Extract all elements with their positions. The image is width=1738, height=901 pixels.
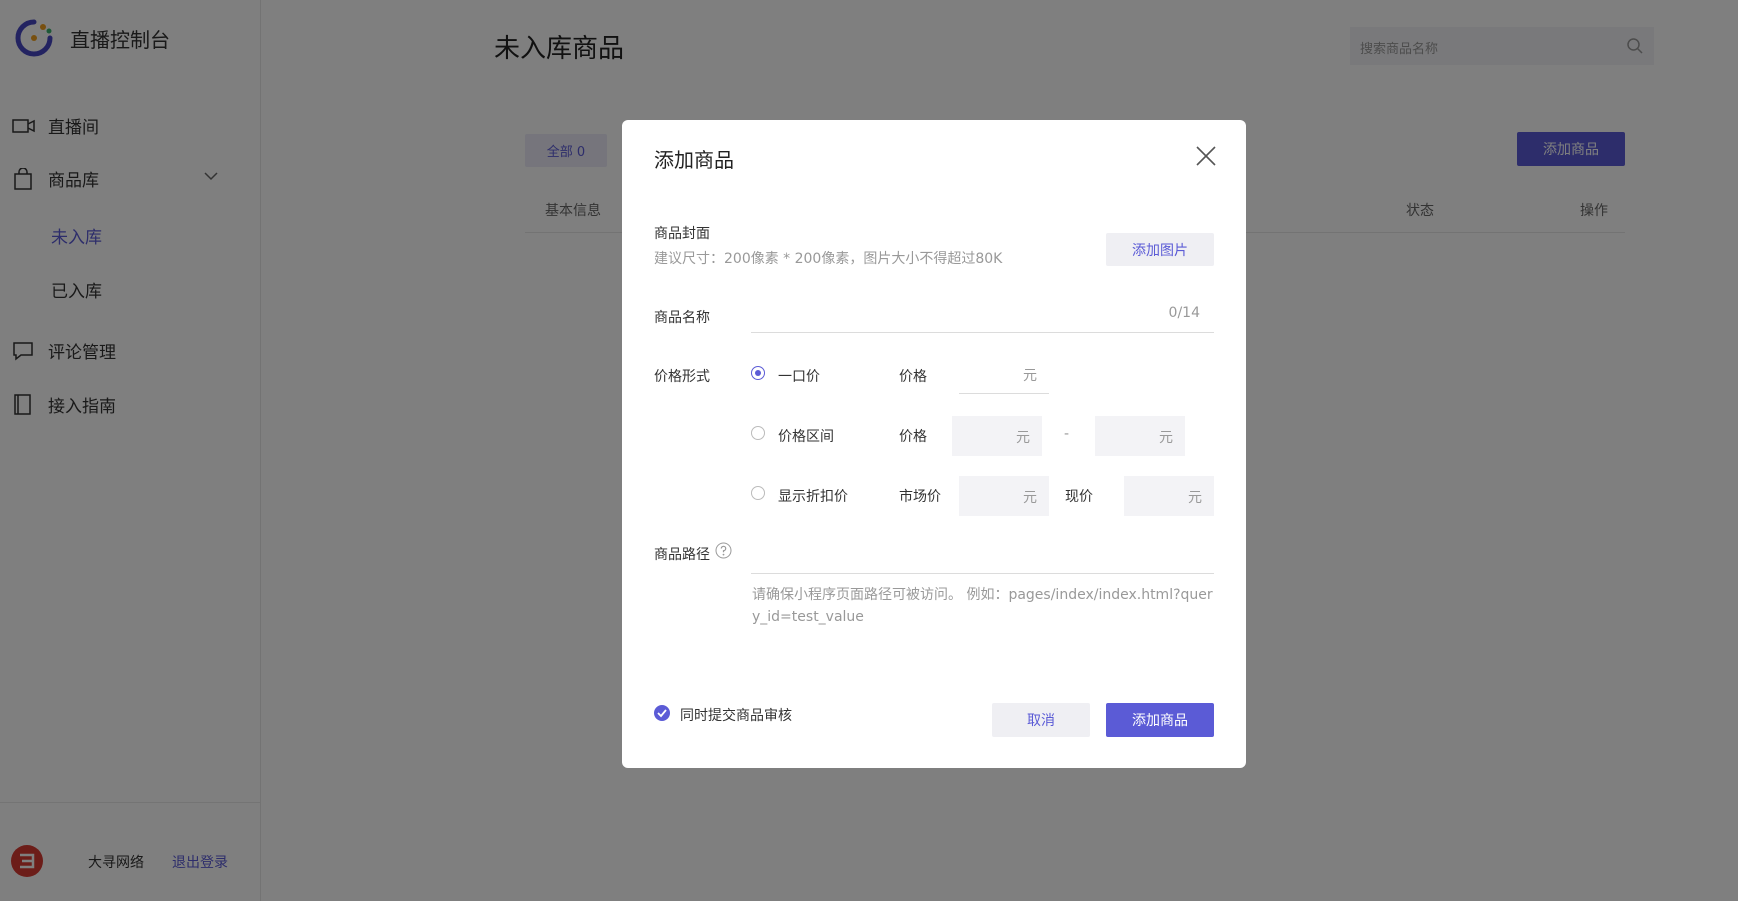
fixed-price-input[interactable]: 元 (959, 354, 1049, 394)
cancel-button[interactable]: 取消 (992, 703, 1090, 737)
unit-label: 元 (1188, 490, 1202, 506)
cover-hint: 建议尺寸：200像素 * 200像素，图片大小不得超过80K (654, 251, 1003, 267)
current-price-input[interactable]: 元 (1124, 476, 1214, 516)
help-icon[interactable] (715, 542, 732, 559)
price-label: 价格 (899, 429, 927, 445)
unit-label: 元 (1023, 368, 1037, 384)
unit-label: 元 (1159, 430, 1173, 446)
range-separator: - (1064, 426, 1070, 442)
product-path-input[interactable] (751, 573, 1214, 574)
product-name-input[interactable]: 0/14 (751, 295, 1214, 333)
dialog-title: 添加商品 (654, 148, 734, 172)
product-name-label: 商品名称 (654, 310, 710, 326)
unit-label: 元 (1016, 430, 1030, 446)
current-price-label: 现价 (1065, 489, 1093, 505)
name-char-counter: 0/14 (1168, 305, 1200, 321)
radio-fixed-price[interactable] (751, 366, 765, 380)
price-type-label: 价格形式 (654, 369, 710, 385)
close-icon[interactable] (1194, 144, 1218, 168)
option-fixed-price-label: 一口价 (778, 369, 820, 385)
add-image-button[interactable]: 添加图片 (1106, 233, 1214, 266)
submit-audit-checkbox[interactable] (654, 705, 670, 721)
option-price-range-label: 价格区间 (778, 429, 834, 445)
path-hint: 请确保小程序页面路径可被访问。 例如：pages/index/index.htm… (752, 587, 1213, 625)
submit-audit-label: 同时提交商品审核 (680, 708, 792, 724)
unit-label: 元 (1023, 490, 1037, 506)
price-range-max-input[interactable]: 元 (1095, 416, 1185, 456)
price-range-min-input[interactable]: 元 (952, 416, 1042, 456)
cover-label: 商品封面 (654, 226, 710, 242)
price-label: 价格 (899, 369, 927, 385)
market-price-input[interactable]: 元 (959, 476, 1049, 516)
add-product-dialog: 添加商品 商品封面 建议尺寸：200像素 * 200像素，图片大小不得超过80K… (622, 120, 1246, 768)
option-discount-price-label: 显示折扣价 (778, 489, 848, 505)
product-path-label: 商品路径 (654, 547, 710, 563)
radio-price-range[interactable] (751, 426, 765, 440)
radio-discount-price[interactable] (751, 486, 765, 500)
confirm-add-button[interactable]: 添加商品 (1106, 703, 1214, 737)
market-price-label: 市场价 (899, 489, 941, 505)
